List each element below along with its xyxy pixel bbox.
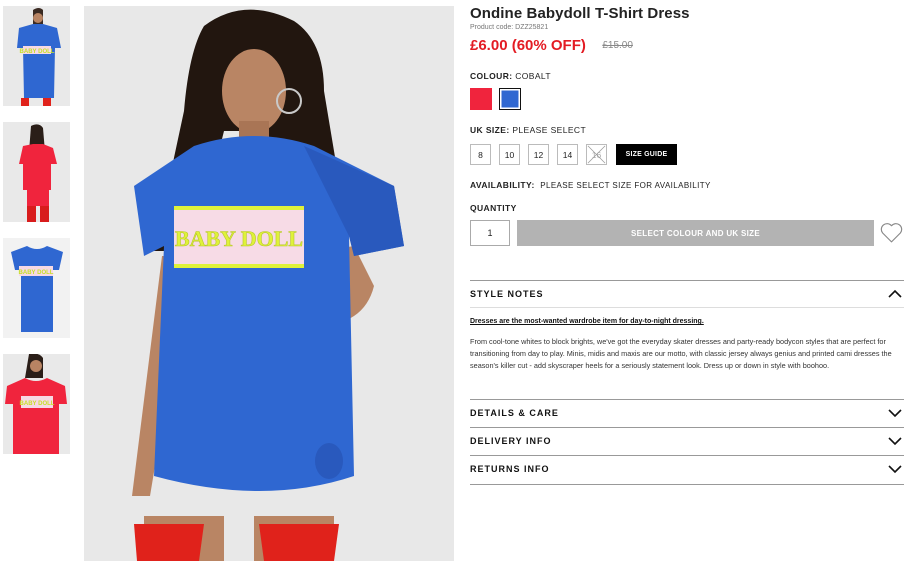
chevron-up-icon xyxy=(888,289,902,298)
colour-label: COLOUR: COBALT xyxy=(470,71,552,81)
cross-icon xyxy=(587,145,606,164)
divider xyxy=(470,484,904,485)
thumbnail-image xyxy=(3,122,70,222)
divider xyxy=(470,307,904,308)
thumbnail-flat-blue[interactable]: BABY DOLL xyxy=(3,238,70,338)
svg-text:BABY DOLL: BABY DOLL xyxy=(20,49,55,55)
thumbnail-front-blue[interactable]: BABY DOLL xyxy=(3,6,70,106)
price-row: £6.00 (60% OFF) £15.00 xyxy=(470,37,633,55)
accordion-returns-info[interactable]: RETURNS INFO xyxy=(470,456,904,482)
thumbnail-image: BABY DOLL xyxy=(3,354,70,454)
product-code: Product code: DZZ25821 xyxy=(470,24,549,31)
original-price: £15.00 xyxy=(602,40,633,51)
swatch-cobalt[interactable] xyxy=(499,88,521,110)
current-price: £6.00 (60% OFF) xyxy=(470,37,586,54)
accordion-title: STYLE NOTES xyxy=(470,289,544,299)
accordion-title: RETURNS INFO xyxy=(470,464,550,474)
add-to-bag-button[interactable]: SELECT COLOUR AND UK SIZE xyxy=(517,220,874,246)
style-notes-body: From cool-tone whites to block brights, … xyxy=(470,337,892,370)
accordion-style-notes[interactable]: STYLE NOTES xyxy=(470,281,904,307)
thumbnail-image: BABY DOLL xyxy=(3,6,70,106)
size-option-10[interactable]: 10 xyxy=(499,144,520,165)
size-guide-button[interactable]: SIZE GUIDE xyxy=(616,144,677,165)
dress-print-text: BABY DOLL xyxy=(175,226,303,251)
accordion-title: DELIVERY INFO xyxy=(470,436,552,446)
accordion-details-care[interactable]: DETAILS & CARE xyxy=(470,400,904,426)
size-option-12[interactable]: 12 xyxy=(528,144,549,165)
chevron-down-icon xyxy=(888,437,902,446)
svg-text:BABY DOLL: BABY DOLL xyxy=(19,270,54,276)
size-option-14[interactable]: 14 xyxy=(557,144,578,165)
thumbnail-front-red[interactable]: BABY DOLL xyxy=(3,354,70,454)
swatch-red[interactable] xyxy=(470,88,492,110)
size-label: UK SIZE: PLEASE SELECT xyxy=(470,125,587,135)
style-notes-headline: Dresses are the most-wanted wardrobe ite… xyxy=(470,318,704,325)
availability-row: AVAILABILITY: PLEASE SELECT SIZE FOR AVA… xyxy=(470,180,711,190)
quantity-input[interactable] xyxy=(470,220,510,246)
thumbnail-back-red[interactable] xyxy=(3,122,70,222)
selected-colour: COBALT xyxy=(515,71,552,81)
model-wearing-dress-illustration: BABY DOLL xyxy=(84,6,454,561)
thumbnail-gallery: BABY DOLL BABY DOLL BABY DOLL xyxy=(3,6,71,470)
size-option-8[interactable]: 8 xyxy=(470,144,491,165)
accordion-title: DETAILS & CARE xyxy=(470,408,559,418)
chevron-down-icon xyxy=(888,465,902,474)
availability-value: PLEASE SELECT SIZE FOR AVAILABILITY xyxy=(540,181,711,190)
product-title: Ondine Babydoll T-Shirt Dress xyxy=(470,5,690,22)
svg-text:BABY DOLL: BABY DOLL xyxy=(20,401,55,407)
main-product-image[interactable]: BABY DOLL xyxy=(84,6,454,561)
selected-size: PLEASE SELECT xyxy=(512,125,587,135)
quantity-label: QUANTITY xyxy=(470,203,517,213)
accordion-delivery-info[interactable]: DELIVERY INFO xyxy=(470,428,904,454)
thumbnail-image: BABY DOLL xyxy=(3,238,70,338)
size-option-16-unavailable[interactable]: 16 xyxy=(586,144,607,165)
heart-icon[interactable] xyxy=(879,220,904,245)
chevron-down-icon xyxy=(888,409,902,418)
